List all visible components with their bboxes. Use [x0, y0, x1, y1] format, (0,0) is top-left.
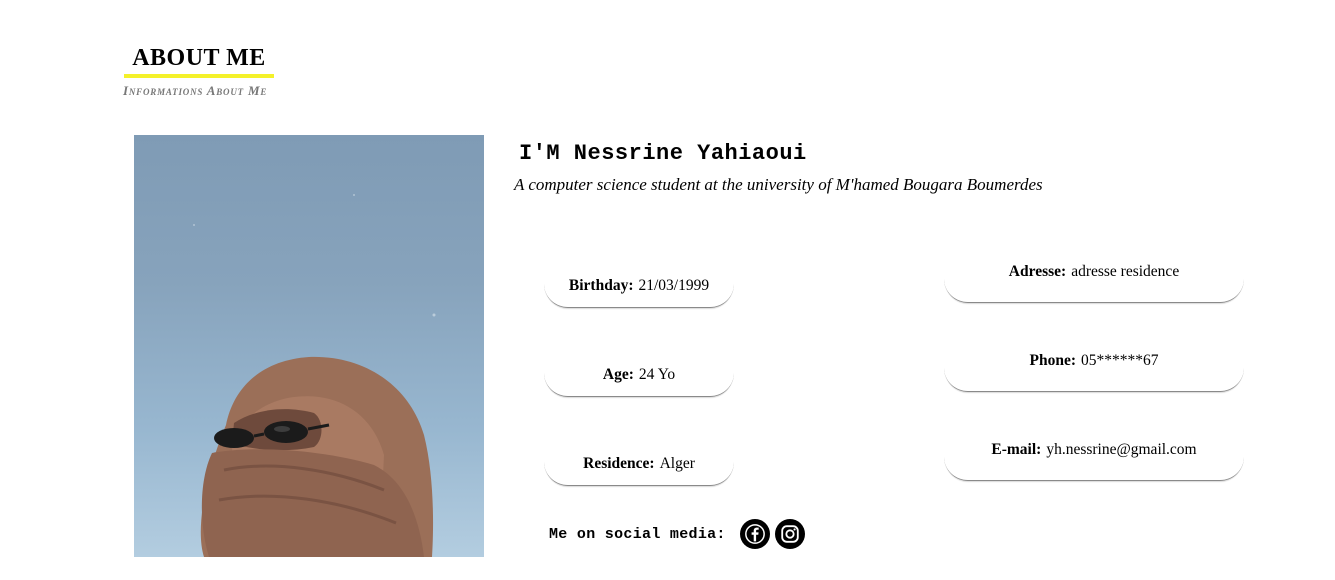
- social-media-label: Me on social media:: [549, 525, 726, 543]
- info-residence-value: Alger: [659, 454, 695, 472]
- info-phone-value: 05******67: [1081, 352, 1159, 369]
- section-title: ABOUT ME: [124, 45, 274, 78]
- info-email-value: yh.nessrine@gmail.com: [1046, 441, 1197, 458]
- info-adresse-value: adresse residence: [1071, 263, 1180, 280]
- info-phone: Phone: 05******67: [944, 342, 1244, 392]
- instagram-icon[interactable]: [774, 519, 805, 549]
- info-email-key: E-mail:: [991, 441, 1042, 458]
- info-age-value: 24 Yo: [638, 365, 676, 383]
- facebook-icon[interactable]: [739, 519, 770, 549]
- info-age-key: Age:: [602, 365, 634, 383]
- info-email: E-mail: yh.nessrine@gmail.com: [944, 431, 1244, 481]
- social-media-row: Me on social media:: [549, 519, 810, 549]
- info-birthday-value: 21/03/1999: [638, 276, 710, 294]
- profile-tagline: A computer science student at the univer…: [514, 175, 1043, 194]
- info-age: Age: 24 Yo: [544, 353, 734, 397]
- info-birthday: Birthday: 21/03/1999: [544, 264, 734, 308]
- section-subtitle: Informations About Me: [123, 83, 268, 98]
- info-residence: Residence: Alger: [544, 442, 734, 486]
- info-birthday-key: Birthday:: [568, 276, 634, 294]
- info-phone-key: Phone:: [1029, 352, 1077, 369]
- info-adresse-key: Adresse:: [1008, 263, 1067, 280]
- profile-photo: [134, 135, 484, 557]
- info-adresse: Adresse: adresse residence: [944, 253, 1244, 303]
- about-me-page: ABOUT ME Informations About Me I'M Nessr…: [0, 0, 1335, 580]
- info-residence-key: Residence:: [583, 454, 655, 472]
- profile-name: I'M Nessrine Yahiaoui: [519, 141, 807, 166]
